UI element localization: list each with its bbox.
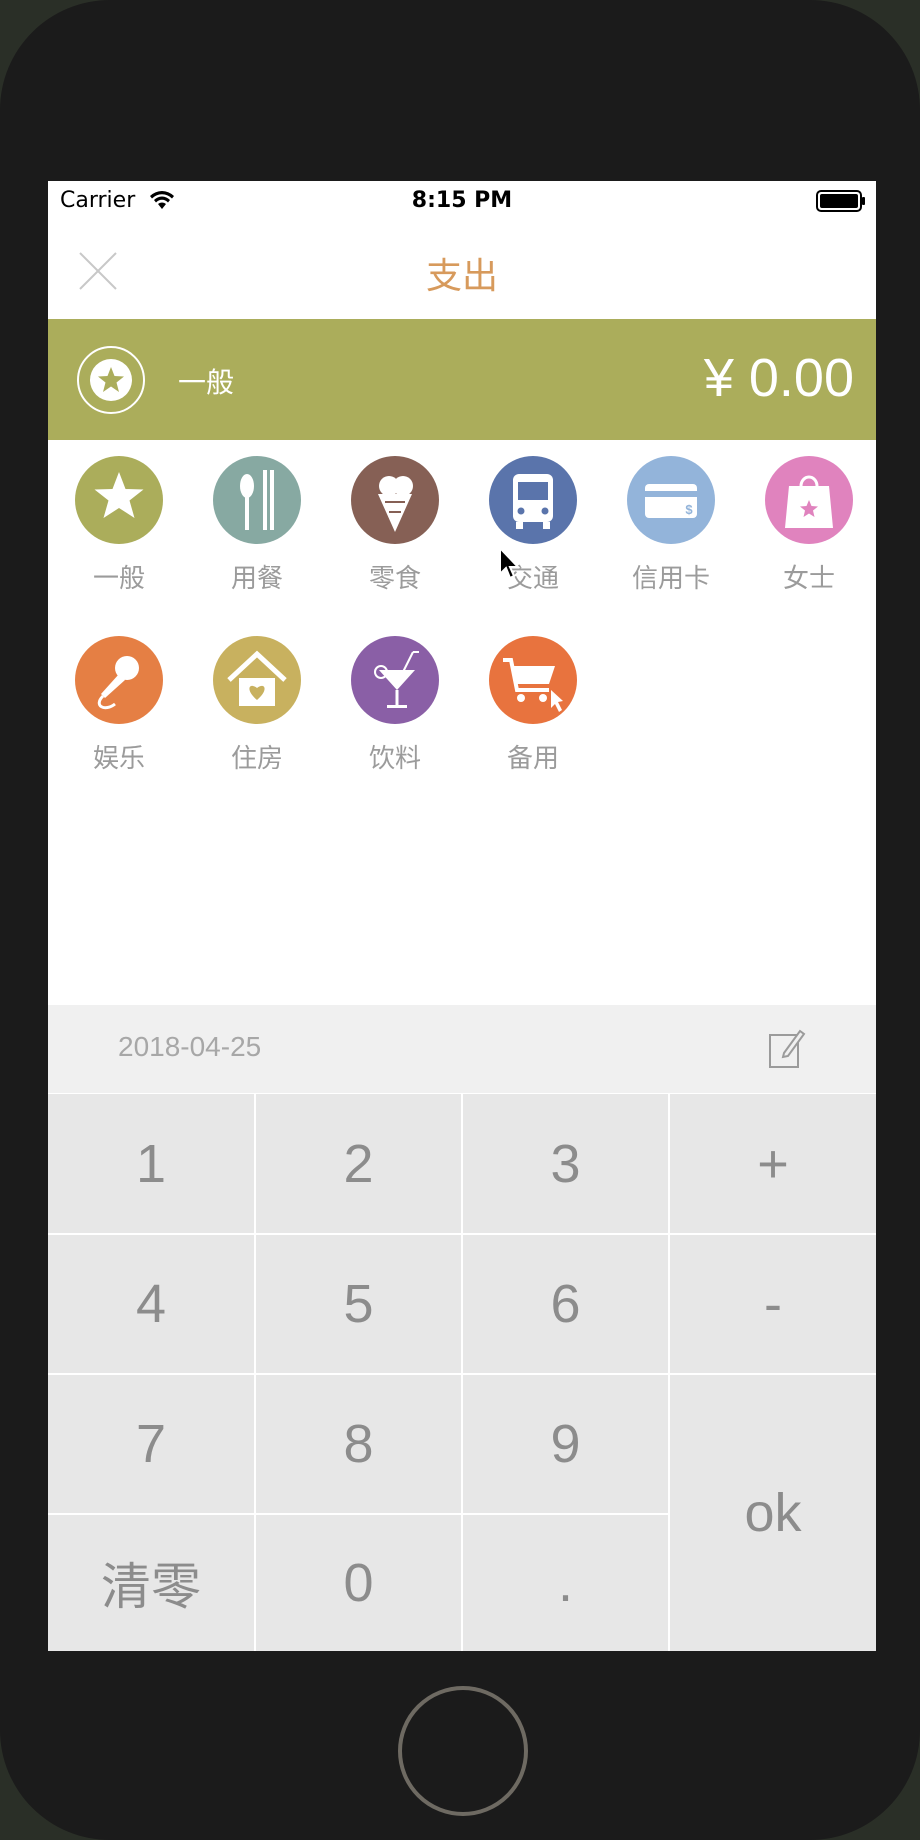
category-label: 信用卡 — [631, 564, 710, 594]
key-7[interactable]: 7 — [48, 1375, 254, 1513]
amount-display: ¥ 0.00 — [703, 348, 854, 408]
category-dining[interactable]: 用餐 — [197, 456, 317, 596]
utensils-icon — [213, 456, 301, 544]
status-time: 8:15 PM — [411, 188, 513, 213]
mouse-cursor-icon — [499, 546, 521, 580]
key-ok[interactable]: ok — [670, 1375, 876, 1651]
category-credit-card[interactable]: $ 信用卡 — [611, 456, 731, 596]
page-title: 支出 — [425, 256, 498, 297]
star-icon — [75, 456, 163, 544]
home-button[interactable] — [398, 1686, 528, 1816]
key-decimal[interactable]: . — [463, 1515, 668, 1651]
microphone-icon — [75, 636, 163, 724]
cocktail-icon — [351, 636, 439, 724]
key-2[interactable]: 2 — [256, 1094, 461, 1233]
status-bar: Carrier 8:15 PM — [48, 181, 876, 223]
category-reserve[interactable]: 备用 — [473, 636, 593, 776]
category-label: 住房 — [230, 744, 283, 774]
bus-icon — [489, 456, 577, 544]
category-entertainment[interactable]: 娱乐 — [59, 636, 179, 776]
category-housing[interactable]: 住房 — [197, 636, 317, 776]
battery-icon — [816, 190, 865, 212]
category-drinks[interactable]: 饮料 — [335, 636, 455, 776]
key-plus[interactable]: + — [670, 1094, 876, 1233]
category-label: 零食 — [368, 564, 421, 594]
category-label: 用餐 — [230, 564, 283, 594]
date-row: 2018-04-25 — [48, 1005, 876, 1093]
ice-cream-icon — [351, 456, 439, 544]
key-6[interactable]: 6 — [463, 1235, 668, 1373]
category-label: 女士 — [782, 564, 835, 594]
phone-device: Carrier 8:15 PM 支出 一般 ¥ 0.00 一般 用餐 零食 交通… — [0, 0, 920, 1840]
category-general[interactable]: 一般 — [59, 456, 179, 596]
category-transport[interactable]: 交通 — [473, 456, 593, 596]
shopping-cart-icon — [489, 636, 577, 724]
category-label: 娱乐 — [92, 744, 145, 774]
category-label: 交通 — [506, 564, 559, 594]
selected-category-name: 一般 — [178, 366, 235, 399]
nav-bar: 支出 — [48, 223, 876, 319]
edit-note-icon[interactable] — [766, 1027, 806, 1069]
key-0[interactable]: 0 — [256, 1515, 461, 1651]
shopping-bag-icon — [765, 456, 853, 544]
category-label: 一般 — [92, 564, 145, 594]
category-label: 备用 — [506, 744, 559, 774]
selected-star-icon — [77, 346, 145, 414]
category-label: 饮料 — [368, 744, 421, 774]
key-4[interactable]: 4 — [48, 1235, 254, 1373]
category-ladies[interactable]: 女士 — [749, 456, 869, 596]
key-8[interactable]: 8 — [256, 1375, 461, 1513]
house-icon — [213, 636, 301, 724]
key-5[interactable]: 5 — [256, 1235, 461, 1373]
key-minus[interactable]: - — [670, 1235, 876, 1373]
key-clear[interactable]: 清零 — [48, 1515, 254, 1651]
date-picker[interactable]: 2018-04-25 — [118, 1031, 261, 1063]
app-screen: Carrier 8:15 PM 支出 一般 ¥ 0.00 一般 用餐 零食 交通… — [48, 181, 876, 1651]
selected-category-bar: 一般 ¥ 0.00 — [48, 319, 876, 440]
credit-card-icon: $ — [627, 456, 715, 544]
key-1[interactable]: 1 — [48, 1094, 254, 1233]
number-keypad: 1 2 3 + 4 5 6 - 7 8 9 ok 清零 0 . — [48, 1093, 876, 1651]
key-3[interactable]: 3 — [463, 1094, 668, 1233]
svg-text:$: $ — [685, 502, 693, 517]
key-9[interactable]: 9 — [463, 1375, 668, 1513]
category-snacks[interactable]: 零食 — [335, 456, 455, 596]
